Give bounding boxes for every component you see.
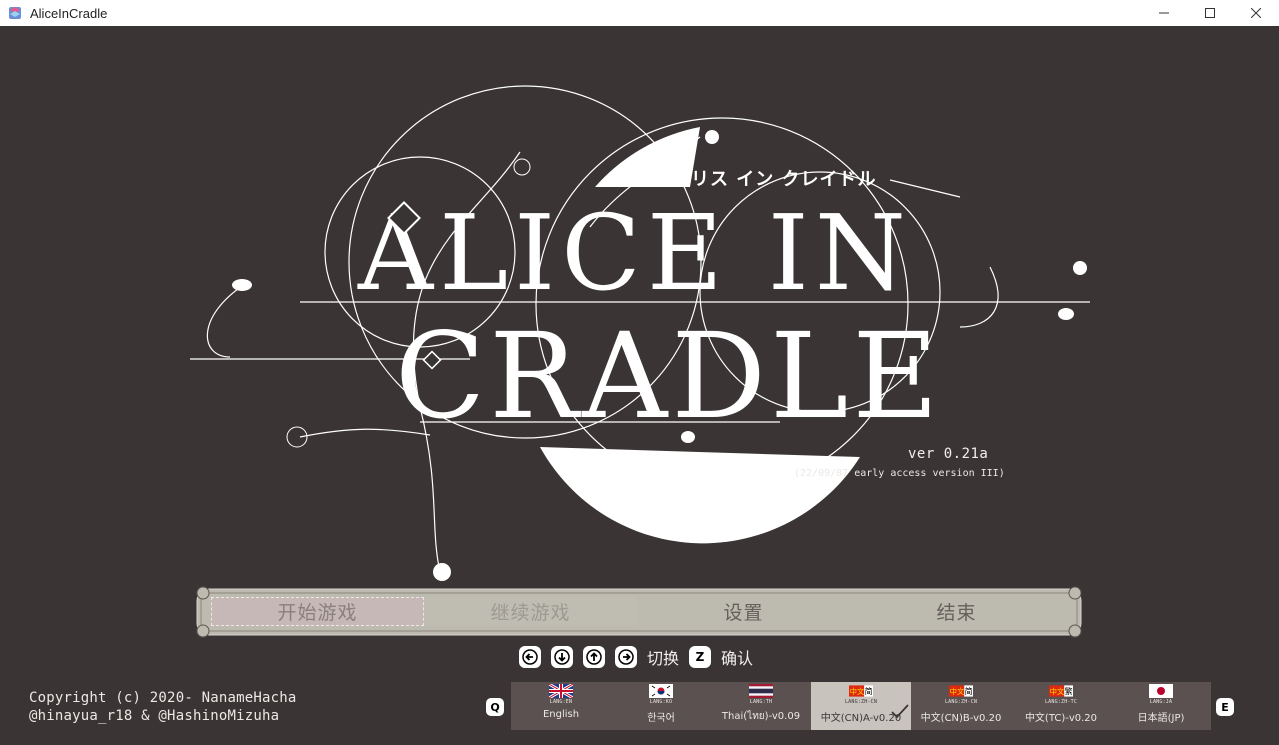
minimize-icon — [1159, 12, 1169, 14]
game-logo: アリス イン クレイドル ALICE IN CRADLE — [190, 85, 1090, 581]
minimize-button[interactable] — [1141, 0, 1187, 26]
lang-option-japanese[interactable]: LANG:JA 日本語(JP) — [1111, 682, 1211, 730]
lang-option-thai[interactable]: LANG:TH Thai(ไทย)-v0.09 — [711, 682, 811, 730]
svg-text:简: 简 — [865, 686, 873, 696]
main-menu: 开始游戏 继续游戏 设置 结束 — [191, 585, 1087, 639]
lang-label: 中文(TC)-v0.20 — [1024, 713, 1098, 724]
logo-title-ja: アリス イン クレイドル — [672, 169, 877, 190]
game-screen: アリス イン クレイドル ALICE IN CRADLE ver 0.21a (… — [0, 27, 1279, 745]
svg-text:繁: 繁 — [1065, 686, 1073, 696]
japan-flag-icon — [1149, 684, 1173, 698]
svg-text:简: 简 — [965, 686, 973, 696]
lang-option-chinese-cn-a[interactable]: 中文 简 LANG:ZH-CN 中文(CN)A-v0.20 — [811, 682, 911, 730]
thailand-flag-icon — [749, 684, 773, 698]
lang-code: LANG:EN — [549, 699, 573, 705]
e-key-icon[interactable]: E — [1216, 698, 1234, 716]
lang-label: English — [542, 709, 580, 720]
copyright-text: Copyright (c) 2020- NanameHacha @hinayua… — [29, 689, 297, 725]
lang-label: Thai(ไทย)-v0.09 — [721, 711, 801, 722]
svg-text:中文: 中文 — [950, 687, 964, 696]
lang-code: LANG:KO — [649, 699, 673, 705]
version-detail: (22/09/07 early access version III) — [794, 468, 1005, 479]
close-button[interactable] — [1233, 0, 1279, 26]
lang-code: LANG:ZH-TC — [1044, 699, 1078, 705]
version-label: ver 0.21a — [908, 446, 989, 462]
maximize-icon — [1205, 8, 1215, 18]
switch-hint-label: 切换 — [647, 649, 680, 668]
language-selector: LANG:EN English LANG:KO 한국어 LANG:TH Thai… — [511, 682, 1211, 730]
lang-option-chinese-cn-b[interactable]: 中文 简 LANG:ZH-CN 中文(CN)B-v0.20 — [911, 682, 1011, 730]
maximize-button[interactable] — [1187, 0, 1233, 26]
app-icon — [9, 7, 21, 19]
copyright-line-1: Copyright (c) 2020- NanameHacha — [29, 690, 297, 706]
continue-game-button[interactable]: 继续游戏 — [424, 597, 637, 626]
logo-title-line2: CRADLE — [395, 307, 942, 445]
zh-simplified-icon: 中文 简 — [949, 685, 973, 697]
lang-option-english[interactable]: LANG:EN English — [511, 682, 611, 730]
lang-label: 中文(CN)A-v0.20 — [820, 713, 902, 724]
settings-button[interactable]: 设置 — [637, 597, 850, 626]
left-arrow-key-icon — [519, 646, 541, 668]
lang-code: LANG:JA — [1149, 699, 1173, 705]
right-arrow-key-icon — [615, 646, 637, 668]
window-title: AliceInCradle — [30, 5, 108, 21]
zh-traditional-icon: 中文 繁 — [1049, 685, 1073, 697]
key-hints: 切换 Z 确认 — [519, 645, 763, 669]
close-icon — [1251, 8, 1261, 18]
up-arrow-key-icon — [583, 646, 605, 668]
window-titlebar: AliceInCradle — [0, 0, 1279, 26]
checkmark-icon — [891, 704, 909, 718]
lang-code: LANG:ZH-CN — [844, 699, 878, 705]
q-key-icon[interactable]: Q — [486, 698, 504, 716]
start-game-button[interactable]: 开始游戏 — [211, 597, 424, 626]
down-arrow-key-icon — [551, 646, 573, 668]
lang-label: 日本語(JP) — [1137, 713, 1185, 724]
svg-text:中文: 中文 — [1050, 687, 1064, 696]
lang-option-korean[interactable]: LANG:KO 한국어 — [611, 682, 711, 730]
copyright-line-2: @hinayua_r18 & @HashinoMizuha — [29, 708, 280, 724]
lang-label: 한국어 — [647, 713, 675, 724]
logo-title-line1: ALICE IN — [357, 192, 912, 314]
lang-code: LANG:TH — [749, 699, 773, 705]
lang-code: LANG:ZH-CN — [944, 699, 978, 705]
lang-label: 中文(CN)B-v0.20 — [920, 713, 1002, 724]
korea-flag-icon — [649, 684, 673, 698]
lang-option-chinese-tc[interactable]: 中文 繁 LANG:ZH-TC 中文(TC)-v0.20 — [1011, 682, 1111, 730]
z-key-icon: Z — [689, 646, 712, 668]
zh-simplified-icon: 中文 简 — [849, 685, 873, 697]
quit-button[interactable]: 结束 — [850, 597, 1063, 626]
uk-flag-icon — [549, 684, 573, 698]
svg-text:中文: 中文 — [850, 687, 864, 696]
confirm-hint-label: 确认 — [721, 649, 754, 668]
